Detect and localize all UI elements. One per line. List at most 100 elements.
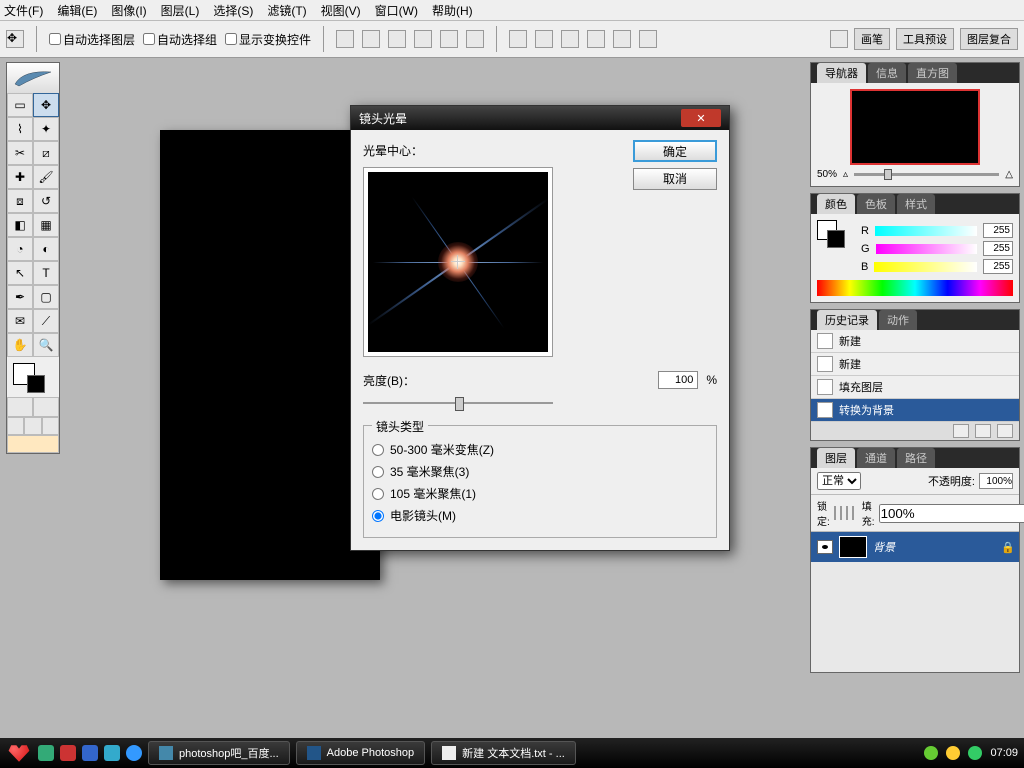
b-input[interactable] [983, 259, 1013, 274]
slider-thumb[interactable] [455, 397, 464, 411]
distribute-icon[interactable] [613, 30, 631, 48]
distribute-icon[interactable] [639, 30, 657, 48]
tab-styles[interactable]: 样式 [897, 194, 935, 214]
b-slider[interactable] [874, 262, 977, 272]
heal-tool[interactable]: ✚ [7, 165, 33, 189]
history-item[interactable]: 新建 [811, 353, 1019, 376]
close-button[interactable]: ✕ [681, 109, 721, 127]
history-brush-tool[interactable]: ↺ [33, 189, 59, 213]
tab-actions[interactable]: 动作 [879, 310, 917, 330]
history-item-current[interactable]: 转换为背景 [811, 399, 1019, 422]
lens-option-movie[interactable]: 电影镜头(M) [372, 507, 708, 524]
lens-option-105mm[interactable]: 105 毫米聚焦(1) [372, 485, 708, 502]
lock-all-icon[interactable] [852, 506, 854, 520]
align-icon[interactable] [388, 30, 406, 48]
taskbar-item-browser[interactable]: photoshop吧_百度... [148, 741, 290, 765]
tab-channels[interactable]: 通道 [857, 448, 895, 468]
workspace-icon[interactable] [830, 30, 848, 48]
quicklaunch-icon[interactable] [38, 745, 54, 761]
zoom-tool[interactable]: 🔍 [33, 333, 59, 357]
tray-icon[interactable] [946, 746, 960, 760]
eyedropper-tool[interactable]: ⟋ [33, 309, 59, 333]
menu-file[interactable]: 文件(F) [4, 2, 43, 19]
opacity-input[interactable] [979, 473, 1013, 489]
quickmask-mode[interactable] [33, 397, 59, 417]
lock-position-icon[interactable] [846, 506, 848, 520]
navigator-thumbnail[interactable] [850, 89, 980, 165]
tab-swatches[interactable]: 色板 [857, 194, 895, 214]
visibility-eye-icon[interactable] [817, 540, 833, 554]
shape-tool[interactable]: ▢ [33, 285, 59, 309]
show-transform-checkbox[interactable]: 显示变换控件 [225, 31, 311, 48]
cancel-button[interactable]: 取消 [633, 168, 717, 190]
notes-tool[interactable]: ✉ [7, 309, 33, 333]
tab-history[interactable]: 历史记录 [817, 310, 877, 330]
distribute-icon[interactable] [561, 30, 579, 48]
brush-tool[interactable]: 🖌 [33, 165, 59, 189]
align-icon[interactable] [440, 30, 458, 48]
menu-view[interactable]: 视图(V) [321, 2, 361, 19]
menu-help[interactable]: 帮助(H) [432, 2, 473, 19]
move-tool-icon[interactable]: ✥ [6, 30, 24, 48]
zoom-out-icon[interactable]: ▵ [843, 169, 848, 180]
eraser-tool[interactable]: ◧ [7, 213, 33, 237]
blend-mode-select[interactable]: 正常 [817, 472, 861, 490]
tab-info[interactable]: 信息 [868, 63, 906, 83]
menu-filter[interactable]: 滤镜(T) [267, 2, 306, 19]
slice-tool[interactable]: ⧄ [33, 141, 59, 165]
quicklaunch-icon[interactable] [60, 745, 76, 761]
tray-icon[interactable] [924, 746, 938, 760]
screen-mode-3[interactable] [42, 417, 59, 435]
distribute-icon[interactable] [535, 30, 553, 48]
trash-icon[interactable] [997, 424, 1013, 438]
distribute-icon[interactable] [509, 30, 527, 48]
move-tool[interactable]: ✥ [33, 93, 59, 117]
quicklaunch-icon[interactable] [104, 745, 120, 761]
flare-center-crosshair-icon[interactable] [453, 257, 463, 267]
tool-presets-tab[interactable]: 工具预设 [896, 28, 954, 50]
blur-tool[interactable]: ◔ [7, 237, 33, 261]
layer-thumbnail[interactable] [839, 536, 867, 558]
auto-select-group-checkbox[interactable]: 自动选择组 [143, 31, 217, 48]
snapshot-icon[interactable] [975, 424, 991, 438]
menu-select[interactable]: 选择(S) [213, 2, 253, 19]
color-swatch[interactable] [7, 357, 59, 397]
path-tool[interactable]: ↖ [7, 261, 33, 285]
taskbar-item-photoshop[interactable]: Adobe Photoshop [296, 741, 425, 765]
menu-edit[interactable]: 编辑(E) [57, 2, 97, 19]
zoom-in-icon[interactable]: △ [1005, 169, 1013, 180]
ok-button[interactable]: 确定 [633, 140, 717, 162]
tab-histogram[interactable]: 直方图 [908, 63, 957, 83]
tab-navigator[interactable]: 导航器 [817, 63, 866, 83]
quicklaunch-icon[interactable] [126, 745, 142, 761]
crop-tool[interactable]: ✂ [7, 141, 33, 165]
r-input[interactable] [983, 223, 1013, 238]
layer-row-background[interactable]: 背景 🔒 [811, 532, 1019, 562]
menu-layer[interactable]: 图层(L) [161, 2, 200, 19]
stamp-tool[interactable]: ⧈ [7, 189, 33, 213]
marquee-tool[interactable]: ▭ [7, 93, 33, 117]
lens-option-35mm[interactable]: 35 毫米聚焦(3) [372, 463, 708, 480]
taskbar-item-notepad[interactable]: 新建 文本文档.txt - ... [431, 741, 576, 765]
standard-mode[interactable] [7, 397, 33, 417]
flare-preview[interactable] [363, 167, 553, 357]
align-icon[interactable] [362, 30, 380, 48]
spectrum-ramp[interactable] [817, 280, 1013, 296]
background-color[interactable] [27, 375, 45, 393]
imageready-button[interactable] [7, 435, 59, 453]
color-swatch-panel[interactable] [817, 220, 847, 250]
lock-pixels-icon[interactable] [840, 506, 842, 520]
dodge-tool[interactable]: ◐ [33, 237, 59, 261]
lens-option-zoom[interactable]: 50-300 毫米变焦(Z) [372, 441, 708, 458]
lock-transparency-icon[interactable] [834, 506, 836, 520]
auto-select-layer-checkbox[interactable]: 自动选择图层 [49, 31, 135, 48]
align-icon[interactable] [414, 30, 432, 48]
fill-input[interactable] [879, 504, 1024, 523]
document-canvas[interactable] [160, 130, 380, 580]
history-item[interactable]: 填充图层 [811, 376, 1019, 399]
brightness-input[interactable] [658, 371, 698, 389]
tab-paths[interactable]: 路径 [897, 448, 935, 468]
layer-name[interactable]: 背景 [873, 539, 995, 555]
start-icon[interactable] [6, 742, 32, 764]
gradient-tool[interactable]: ▦ [33, 213, 59, 237]
